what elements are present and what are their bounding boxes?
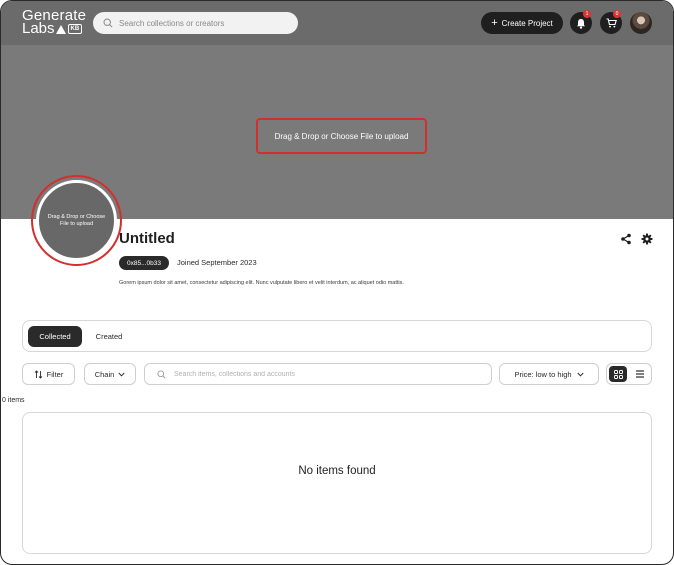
items-results-panel: No items found bbox=[22, 412, 652, 554]
plus-icon: + bbox=[491, 17, 498, 29]
sort-arrows-icon bbox=[34, 369, 42, 379]
items-count: 0 items bbox=[2, 397, 25, 404]
cart-badge: 0 bbox=[613, 10, 621, 18]
top-nav: Generate LabsKB + Create Project 1 bbox=[1, 1, 673, 45]
joined-date: Joined September 2023 bbox=[177, 258, 257, 267]
chevron-down-icon bbox=[577, 372, 584, 377]
filter-label: Filter bbox=[46, 369, 64, 379]
items-search[interactable] bbox=[144, 363, 492, 385]
sort-dropdown[interactable]: Price: low to high bbox=[499, 363, 599, 385]
settings-gear-icon[interactable] bbox=[641, 233, 653, 245]
chain-dropdown[interactable]: Chain bbox=[84, 363, 136, 385]
logo[interactable]: Generate Labs KB bbox=[22, 8, 86, 37]
logo-triangle-icon bbox=[55, 25, 66, 34]
items-search-input[interactable] bbox=[174, 370, 474, 378]
logo-badge: KB bbox=[67, 24, 83, 34]
tab-collected[interactable]: Collected bbox=[28, 326, 82, 347]
grid-icon bbox=[613, 369, 623, 379]
sort-label: Price: low to high bbox=[514, 369, 572, 379]
chevron-down-icon bbox=[118, 372, 125, 377]
create-project-button[interactable]: + Create Project bbox=[481, 12, 563, 34]
profile-name: Untitled bbox=[119, 230, 175, 247]
profile-tabs: Collected Created bbox=[22, 320, 652, 352]
wallet-address-badge[interactable]: 0x85...0b33 bbox=[119, 256, 169, 270]
tab-collected-label: Collected bbox=[39, 332, 71, 341]
grid-view-button[interactable] bbox=[609, 366, 627, 382]
wallet-address-text: 0x85...0b33 bbox=[127, 259, 161, 267]
notifications-button[interactable]: 1 bbox=[570, 10, 592, 34]
avatar-upload-dropzone[interactable]: Drag & Drop or Choose File to upload bbox=[36, 180, 117, 261]
global-search[interactable] bbox=[93, 12, 298, 34]
banner-upload-dropzone[interactable]: Drag & Drop or Choose File to upload bbox=[256, 118, 427, 154]
list-view-button[interactable] bbox=[631, 366, 649, 382]
cart-icon bbox=[606, 18, 617, 28]
avatar-upload-text: Drag & Drop or Choose File to upload bbox=[47, 213, 106, 227]
share-icon[interactable] bbox=[620, 233, 632, 245]
app-window: Generate LabsKB + Create Project 1 bbox=[0, 0, 674, 565]
create-project-label: Create Project bbox=[501, 18, 553, 28]
global-search-input[interactable] bbox=[119, 18, 289, 28]
banner-upload-text: Drag & Drop or Choose File to upload bbox=[274, 131, 409, 141]
cart-button[interactable]: 0 bbox=[600, 10, 622, 34]
logo-text-line2: Labs bbox=[22, 20, 55, 37]
profile-bio: Gorem ipsum dolor sit amet, consectetur … bbox=[119, 280, 404, 286]
notification-badge: 1 bbox=[583, 10, 591, 18]
chain-label: Chain bbox=[94, 369, 115, 379]
search-icon bbox=[103, 18, 113, 28]
view-toggle bbox=[606, 363, 652, 385]
user-avatar[interactable] bbox=[630, 12, 652, 34]
tab-created-label: Created bbox=[95, 332, 123, 341]
bell-icon bbox=[577, 18, 585, 29]
tab-created[interactable]: Created bbox=[89, 326, 129, 347]
empty-state-message: No items found bbox=[298, 465, 376, 477]
search-icon bbox=[157, 369, 166, 379]
filter-button[interactable]: Filter bbox=[22, 363, 75, 385]
list-icon bbox=[636, 370, 644, 378]
